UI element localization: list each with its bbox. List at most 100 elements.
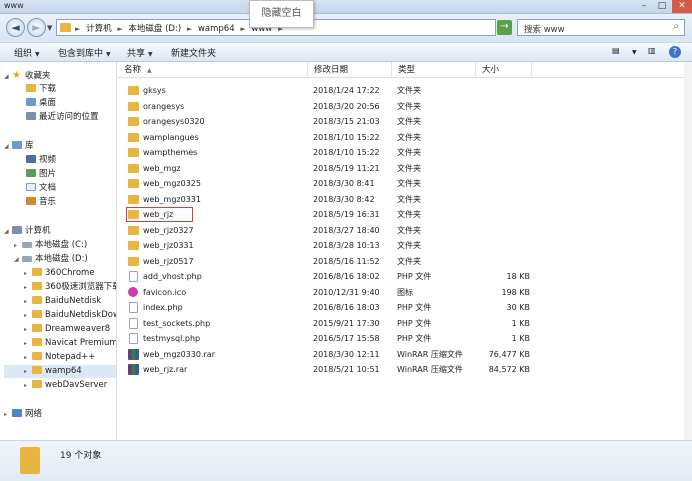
file-size: 198 KB [501,287,530,297]
nav-drive-d[interactable]: ◢ 本地磁盘 (D:) [14,253,88,266]
file-row[interactable]: web_rjz0517 2018/5/16 11:52 文件夹 [118,254,678,269]
nav-downloads[interactable]: 下载 [26,83,56,96]
chevron-right-icon[interactable]: ► [117,25,122,33]
file-row[interactable]: orangesys0320 2018/3/15 21:03 文件夹 [118,114,678,129]
file-row[interactable]: web_mgz0325 2018/3/30 8:41 文件夹 [118,176,678,191]
expand-icon[interactable]: ▸ [24,267,32,280]
back-button[interactable]: ◄ [6,18,25,37]
breadcrumb-computer[interactable]: 计算机 [86,22,112,34]
file-row[interactable]: add_vhost.php 2016/8/16 18:02 PHP 文件 18 KB [118,269,678,284]
nav-folder[interactable]: ▸ 360Chrome [24,267,95,280]
nav-libraries[interactable]: ◢ 库 [4,140,34,153]
details-pane: 19 个对象 [0,440,692,481]
file-row[interactable]: web_mgz 2018/5/19 11:21 文件夹 [118,161,678,176]
file-row[interactable]: web_rjz.rar 2018/5/21 10:51 WinRAR 压缩文件 84,… [118,362,678,377]
share-button[interactable]: 共享 ▼ [127,46,153,59]
collapse-icon[interactable]: ◢ [14,253,22,266]
collapse-icon[interactable]: ◢ [4,140,12,153]
collapse-icon[interactable]: ◢ [4,70,12,83]
expand-icon[interactable]: ▸ [24,323,32,336]
maximize-button[interactable]: □ [654,0,670,13]
nav-videos[interactable]: 视频 [26,154,56,167]
nav-folder[interactable]: ▸ 360极速浏览器下载 [24,281,116,294]
file-type: WinRAR 压缩文件 [397,349,463,359]
file-row[interactable]: web_rjz0327 2018/3/27 18:40 文件夹 [118,223,678,238]
nav-favorites[interactable]: ◢ ★ 收藏夹 [4,69,51,82]
history-dropdown-icon[interactable]: ▼ [47,24,52,32]
view-icon[interactable]: ▤ [612,46,620,55]
preview-pane-icon[interactable]: ▥ [648,46,656,55]
file-row[interactable]: web_mgz0331 2018/3/30 8:42 文件夹 [118,192,678,207]
file-size: 1 KB [511,334,530,343]
chevron-right-icon[interactable]: ► [75,25,80,33]
help-icon[interactable]: ? [669,46,681,58]
expand-icon[interactable]: ▸ [24,295,32,308]
file-name: web_mgz0325 [143,179,201,188]
column-header-date[interactable]: 修改日期 [308,62,392,78]
column-header-name[interactable]: 名称 ▲ [118,62,308,78]
expand-icon[interactable]: ▸ [4,408,12,421]
file-row[interactable]: wampthemes 2018/1/10 15:22 文件夹 [118,145,678,160]
file-type: PHP 文件 [397,272,432,281]
expand-icon[interactable]: ▸ [24,365,32,378]
file-row[interactable]: favicon.ico 2010/12/31 9:40 图标 198 KB [118,285,678,300]
folder-icon [32,324,42,332]
file-row[interactable]: web_rjz0331 2018/3/28 10:13 文件夹 [118,238,678,253]
nav-pictures[interactable]: 图片 [26,168,56,181]
file-row[interactable]: wamplangues 2018/1/10 15:22 文件夹 [118,130,678,145]
expand-icon[interactable]: ▸ [24,379,32,392]
chevron-right-icon[interactable]: ► [187,25,192,33]
nav-drive-c[interactable]: ▸ 本地磁盘 (C:) [14,239,87,252]
nav-network[interactable]: ▸ 网络 [4,408,42,421]
file-row[interactable]: testmysql.php 2016/5/17 15:58 PHP 文件 1 KB [118,331,678,346]
minimize-button[interactable]: – [636,0,652,13]
breadcrumb-drive-d[interactable]: 本地磁盘 (D:) [128,22,181,34]
nav-music[interactable]: 音乐 [26,196,56,209]
nav-recent-places[interactable]: 最近访问的位置 [26,111,99,124]
nav-folder[interactable]: ▸ Dreamweaver8 [24,323,110,336]
file-row[interactable]: gksys 2018/1/24 17:22 文件夹 [118,83,678,98]
file-row[interactable]: index.php 2016/8/16 18:03 PHP 文件 30 KB [118,300,678,315]
expand-icon[interactable]: ▸ [14,239,22,252]
vertical-scrollbar[interactable] [684,62,692,440]
share-label: 共享 [127,49,146,59]
nav-computer[interactable]: ◢ 计算机 [4,225,51,238]
file-name: orangesys [143,101,185,111]
file-row[interactable]: orangesys 2018/3/20 20:56 文件夹 [118,99,678,114]
breadcrumb-wamp64[interactable]: wamp64 [198,24,235,34]
nav-folder[interactable]: ▸ BaiduNetdiskDownload [24,309,116,322]
nav-folder[interactable]: ▸ webDavServer [24,379,107,392]
expand-icon[interactable]: ▸ [24,337,32,350]
view-dropdown-icon[interactable]: ▼ [632,49,637,56]
nav-folder-selected[interactable]: ▸ wamp64 [4,365,116,378]
close-button[interactable]: ✕ [672,0,692,13]
new-folder-button[interactable]: 新建文件夹 [171,46,216,59]
search-input[interactable]: 搜索 www ⌕ [517,19,685,36]
nav-folder[interactable]: ▸ Navicat Premium [24,337,116,350]
file-name: wamplangues [143,132,199,142]
drive-icon [22,256,32,262]
file-row[interactable]: web_mgz0330.rar 2018/3/30 12:11 WinRAR 压缩文… [118,347,678,362]
expand-icon[interactable]: ▸ [24,351,32,364]
nav-documents[interactable]: 文档 [26,182,56,195]
expand-icon[interactable]: ▸ [24,309,32,322]
column-header-size[interactable]: 大小 [476,62,532,78]
go-refresh-button[interactable]: → [497,20,512,35]
file-date: 2018/3/27 18:40 [313,225,380,235]
forward-button[interactable]: ► [27,18,46,37]
search-icon[interactable]: ⌕ [673,21,679,32]
column-header-row: 名称 ▲ 修改日期 类型 大小 [118,62,692,78]
nav-desktop[interactable]: 桌面 [26,97,56,110]
column-header-type[interactable]: 类型 [392,62,476,78]
nav-folder[interactable]: ▸ BaiduNetdisk [24,295,101,308]
collapse-icon[interactable]: ◢ [4,225,12,238]
expand-icon[interactable]: ▸ [24,281,32,294]
chevron-right-icon[interactable]: ► [240,25,245,33]
organize-button[interactable]: 组织 ▼ [14,46,40,59]
file-list-pane: 名称 ▲ 修改日期 类型 大小 gksys 2018/1/24 17:22 文件夹 or… [118,62,692,440]
file-row[interactable]: web_rjz 2018/5/19 16:31 文件夹 [118,207,678,222]
file-row[interactable]: test_sockets.php 2015/9/21 17:30 PHP 文件 1 K… [118,316,678,331]
nav-folder[interactable]: ▸ Notepad++ [24,351,95,364]
nav-label: 网络 [25,409,43,419]
include-in-library-button[interactable]: 包含到库中 ▼ [58,46,111,59]
